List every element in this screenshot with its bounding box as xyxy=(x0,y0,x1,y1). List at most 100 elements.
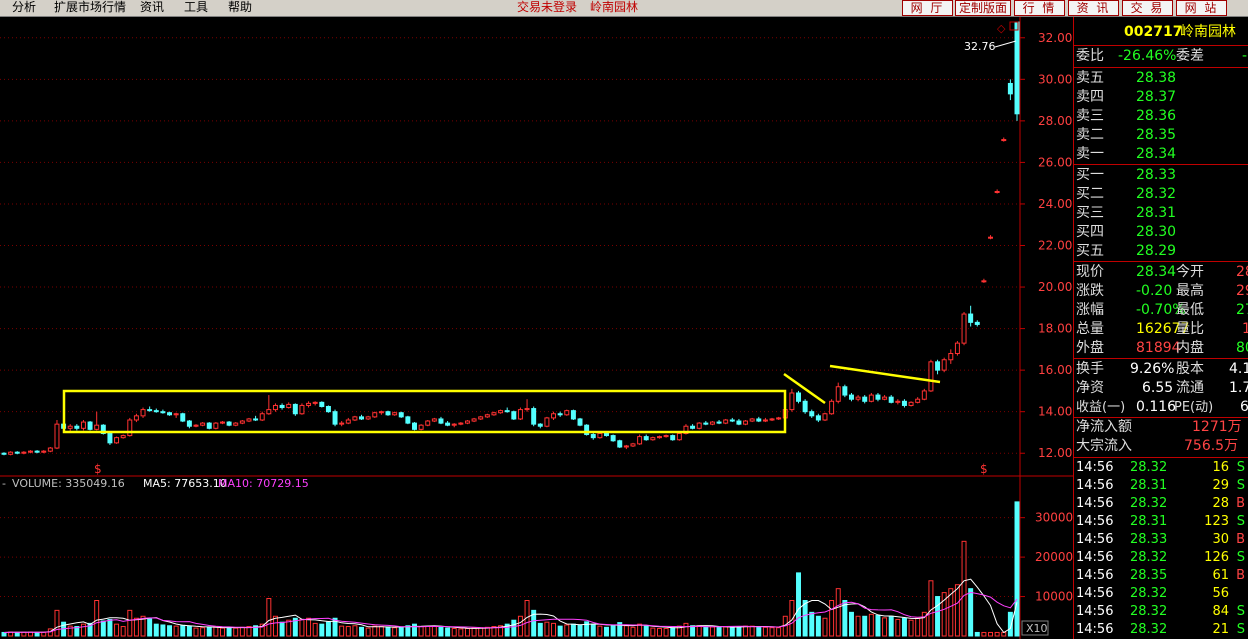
price-tick-label: 32.00 xyxy=(1038,31,1072,45)
tick-time: 14:56 xyxy=(1076,550,1114,565)
menu-analysis[interactable]: 分析 xyxy=(12,0,36,16)
candle-body xyxy=(292,403,298,415)
menu-news[interactable]: 资讯 xyxy=(140,0,164,16)
button-news[interactable]: 资 讯 xyxy=(1068,0,1119,16)
buy-label: 买四 xyxy=(1076,224,1104,240)
sell-row: 卖三 28.36 xyxy=(1074,107,1248,126)
sell-row: 卖四 28.37 xyxy=(1074,88,1248,107)
quote-row: 涨幅-0.70%最低27 xyxy=(1074,301,1248,320)
login-status[interactable]: 交易未登录 xyxy=(517,0,577,14)
price-tick-label: 20.00 xyxy=(1038,280,1072,294)
tick-vol: 84 xyxy=(1212,604,1229,619)
candle-body xyxy=(709,421,715,425)
candle-body xyxy=(226,421,232,426)
buy-price: 28.30 xyxy=(1136,224,1177,240)
candle-body xyxy=(206,422,212,429)
candle-body xyxy=(643,436,649,441)
flow-label: 大宗流入 xyxy=(1076,438,1132,454)
candle-body xyxy=(213,422,219,429)
quote-value: 80 xyxy=(1236,340,1248,356)
kline-chart[interactable]: 12.00 14.00 16.00 18.00 20.00 22.00 24.00 26.00… xyxy=(0,17,1073,639)
candle-body xyxy=(451,423,457,426)
button-hall[interactable]: 网 厅 xyxy=(902,0,953,16)
volume-bar xyxy=(418,626,424,637)
volume-bar xyxy=(431,626,437,637)
candle-body xyxy=(564,410,570,416)
button-quotes[interactable]: 行 情 xyxy=(1014,0,1065,16)
sell-label: 卖二 xyxy=(1076,127,1104,143)
price-tick-label: 28.00 xyxy=(1038,114,1072,128)
volume-bar xyxy=(736,626,742,637)
volume-bar xyxy=(286,619,292,637)
volume-bar xyxy=(385,626,391,637)
tick-row: 14:56 28.32 56 xyxy=(1074,585,1248,604)
candle-body xyxy=(133,415,139,421)
volume-grid: 10000 20000 30000 xyxy=(0,511,1073,604)
tick-vol: 61 xyxy=(1212,568,1229,583)
volume-bar xyxy=(352,625,358,637)
volume-bar xyxy=(630,626,636,637)
volume-bar xyxy=(213,626,219,637)
candle-body xyxy=(736,420,742,425)
fund-label: 流通 xyxy=(1176,380,1204,396)
buy-label: 买三 xyxy=(1076,205,1104,221)
candle-body xyxy=(815,415,821,421)
quote-value: 29 xyxy=(1236,283,1248,299)
sell-row: 卖二 28.35 xyxy=(1074,126,1248,145)
buy-price: 28.29 xyxy=(1136,243,1177,259)
volume-bar xyxy=(233,627,239,637)
button-trade[interactable]: 交 易 xyxy=(1122,0,1173,16)
candle-body xyxy=(319,401,325,407)
quote-value: 81894 xyxy=(1136,340,1181,356)
volume-bar xyxy=(299,618,305,637)
volume-bar xyxy=(988,631,994,637)
candle-body xyxy=(729,419,735,422)
volume-bar xyxy=(167,625,173,637)
volume-bar xyxy=(935,596,941,637)
flow-value: 1271万 xyxy=(1192,419,1242,435)
diamond-icon[interactable]: ◇ xyxy=(997,22,1006,35)
volume-bar xyxy=(34,631,40,637)
candle-body xyxy=(21,451,27,454)
volume-bar xyxy=(54,609,60,637)
volume-bar xyxy=(564,624,570,637)
candle-body xyxy=(286,403,292,409)
separator xyxy=(1074,261,1248,262)
candle-body xyxy=(345,419,351,424)
kline-chart-area[interactable]: 12.00 14.00 16.00 18.00 20.00 22.00 24.00 26.00… xyxy=(0,17,1073,639)
volume-bar xyxy=(829,600,835,637)
menu-extended-market[interactable]: 扩展市场行情 xyxy=(54,0,126,16)
candle-body xyxy=(186,420,192,427)
menu-help[interactable]: 帮助 xyxy=(228,0,252,16)
candle-body xyxy=(431,418,437,422)
volume-bar xyxy=(100,620,106,637)
candle-body xyxy=(478,416,484,420)
volume-bar xyxy=(186,625,192,637)
volume-bar xyxy=(690,625,696,637)
tick-price: 28.33 xyxy=(1130,532,1168,547)
volume-bar xyxy=(445,627,451,637)
button-website[interactable]: 网 站 xyxy=(1176,0,1227,16)
tick-time: 14:56 xyxy=(1076,568,1114,583)
volume-bar xyxy=(835,588,841,637)
buy-row: 买三 28.31 xyxy=(1074,204,1248,223)
fund-value: 4.1 xyxy=(1229,361,1248,377)
sell-label: 卖四 xyxy=(1076,89,1104,105)
menu-tools[interactable]: 工具 xyxy=(184,0,208,16)
candle-body xyxy=(557,413,563,416)
candle-body xyxy=(412,422,417,430)
volume-bar xyxy=(1014,501,1020,637)
volume-bar xyxy=(656,628,662,637)
candle-body xyxy=(901,400,907,406)
candle-body xyxy=(670,435,676,441)
button-custom-layout[interactable]: 定制版面 xyxy=(955,0,1011,16)
volume-legend-dash: - xyxy=(2,477,6,490)
candle-body xyxy=(835,386,841,402)
candle-body xyxy=(1007,82,1013,95)
price-tick-label: 16.00 xyxy=(1038,363,1072,377)
sell-row: 卖一 28.34 xyxy=(1074,145,1248,164)
marker-dollar-1: $ xyxy=(94,462,102,476)
price-tick-label: 12.00 xyxy=(1038,446,1072,460)
volume-bar xyxy=(153,623,159,637)
volume-bar xyxy=(868,613,874,637)
